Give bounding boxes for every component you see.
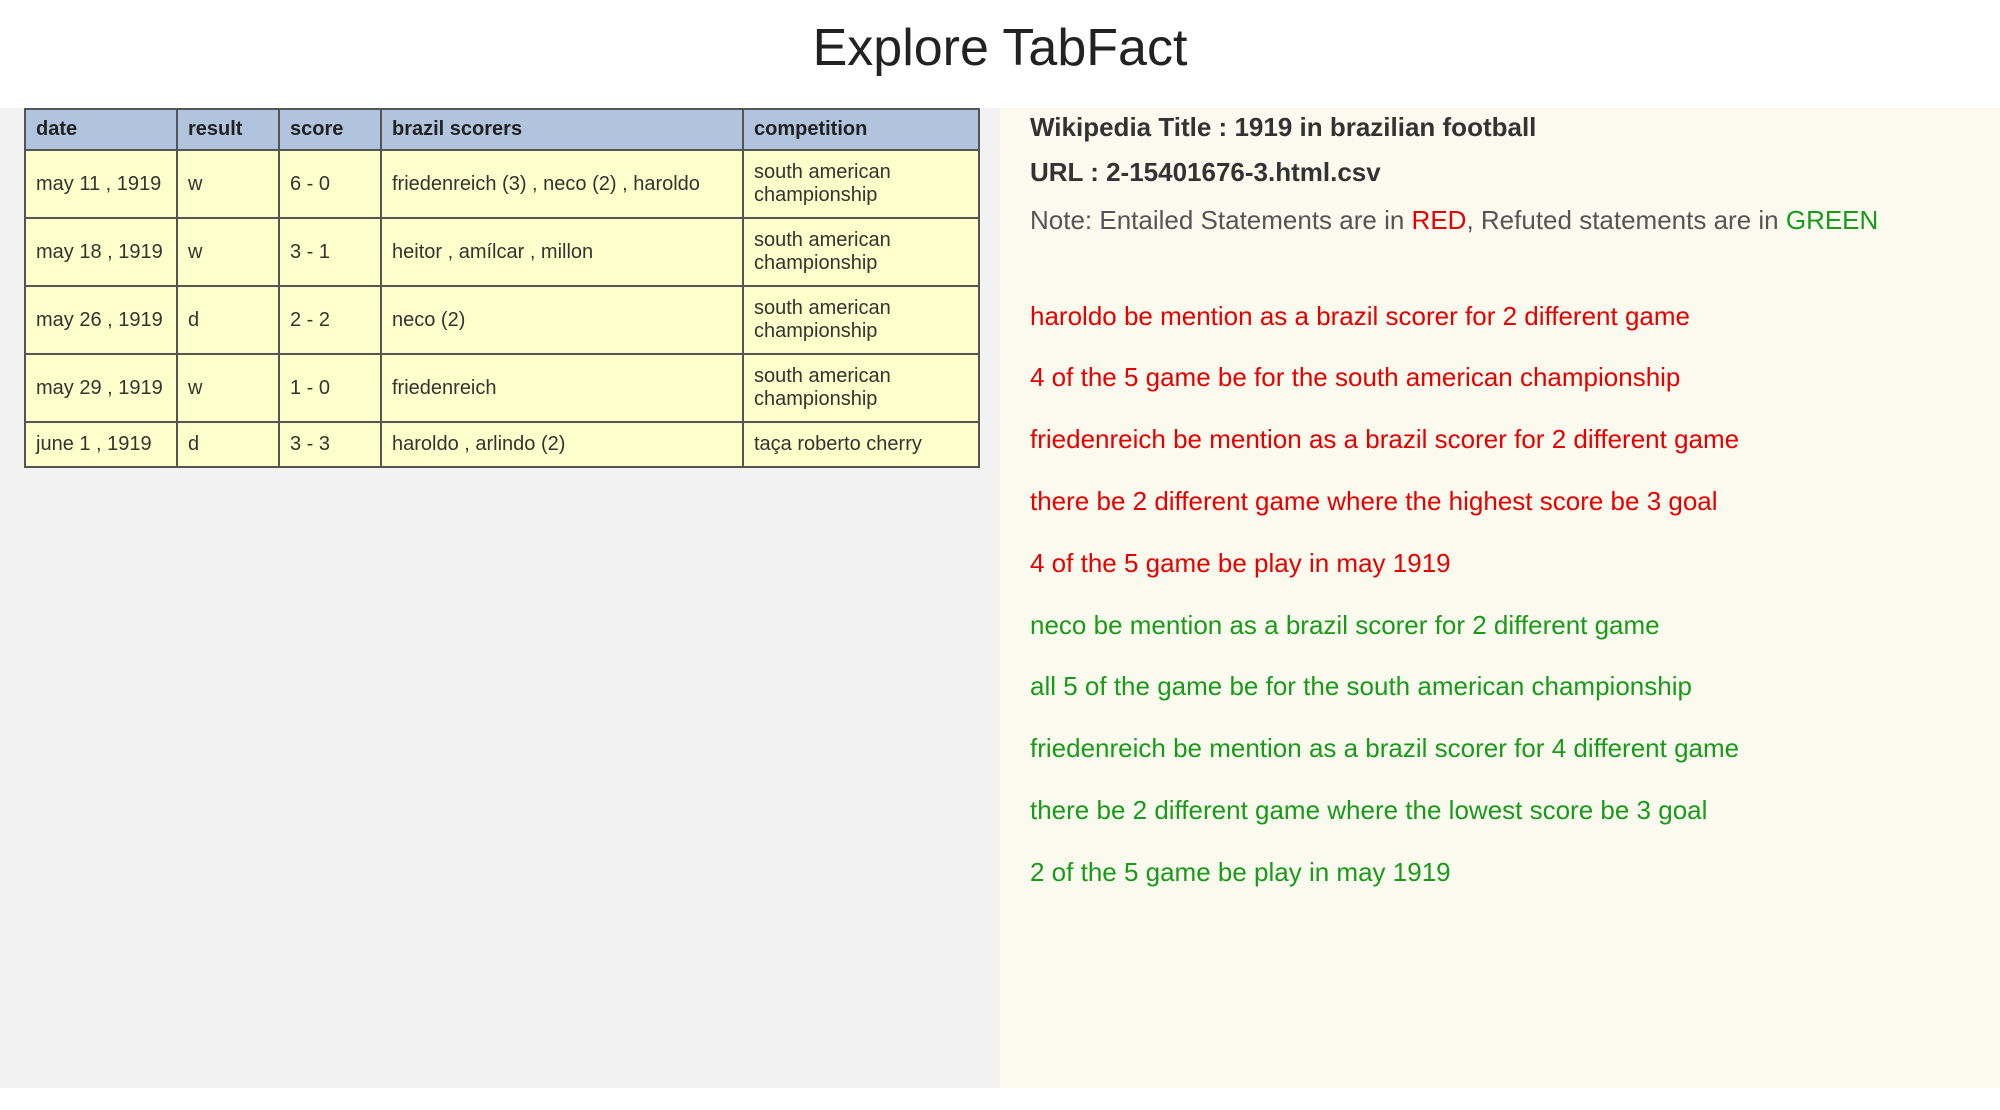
statement: there be 2 different game where the lowe…: [1030, 794, 1970, 828]
statement: haroldo be mention as a brazil scorer fo…: [1030, 300, 1970, 334]
col-header-score: score: [279, 109, 381, 150]
cell-score: 2 - 2: [279, 286, 381, 354]
cell-competition: south american championship: [743, 354, 979, 422]
cell-result: d: [177, 286, 279, 354]
cell-scorers: friedenreich (3) , neco (2) , haroldo: [381, 150, 743, 218]
cell-scorers: haroldo , arlindo (2): [381, 422, 743, 467]
statement: friedenreich be mention as a brazil scor…: [1030, 732, 1970, 766]
table-panel: date result score brazil scorers competi…: [0, 108, 1000, 1088]
statement: 2 of the 5 game be play in may 1919: [1030, 856, 1970, 890]
table-header-row: date result score brazil scorers competi…: [25, 109, 979, 150]
cell-competition: south american championship: [743, 286, 979, 354]
cell-scorers: friedenreich: [381, 354, 743, 422]
cell-date: may 11 , 1919: [25, 150, 177, 218]
cell-scorers: heitor , amílcar , millon: [381, 218, 743, 286]
table-row: june 1 , 1919d3 - 3haroldo , arlindo (2)…: [25, 422, 979, 467]
url-value: 2-15401676-3.html.csv: [1106, 157, 1381, 187]
cell-result: d: [177, 422, 279, 467]
statement: 4 of the 5 game be play in may 1919: [1030, 547, 1970, 581]
note-red: RED: [1412, 205, 1467, 235]
statements-list: haroldo be mention as a brazil scorer fo…: [1030, 300, 1970, 890]
wiki-title-value: 1919 in brazilian football: [1234, 112, 1536, 142]
cell-result: w: [177, 218, 279, 286]
cell-competition: taça roberto cherry: [743, 422, 979, 467]
cell-score: 1 - 0: [279, 354, 381, 422]
note-line: Note: Entailed Statements are in RED, Re…: [1030, 202, 1970, 240]
cell-scorers: neco (2): [381, 286, 743, 354]
note-mid: , Refuted statements are in: [1466, 205, 1785, 235]
cell-date: may 18 , 1919: [25, 218, 177, 286]
wiki-title-line: Wikipedia Title : 1919 in brazilian foot…: [1030, 112, 1970, 143]
statement: neco be mention as a brazil scorer for 2…: [1030, 609, 1970, 643]
cell-result: w: [177, 150, 279, 218]
cell-competition: south american championship: [743, 150, 979, 218]
cell-date: may 26 , 1919: [25, 286, 177, 354]
cell-date: june 1 , 1919: [25, 422, 177, 467]
table-row: may 26 , 1919d2 - 2neco (2)south america…: [25, 286, 979, 354]
statement: there be 2 different game where the high…: [1030, 485, 1970, 519]
statement: all 5 of the game be for the south ameri…: [1030, 670, 1970, 704]
cell-score: 3 - 1: [279, 218, 381, 286]
cell-result: w: [177, 354, 279, 422]
col-header-date: date: [25, 109, 177, 150]
note-prefix: Note: Entailed Statements are in: [1030, 205, 1412, 235]
table-row: may 18 , 1919w3 - 1heitor , amílcar , mi…: [25, 218, 979, 286]
url-line: URL : 2-15401676-3.html.csv: [1030, 157, 1970, 188]
col-header-competition: competition: [743, 109, 979, 150]
url-label: URL :: [1030, 157, 1106, 187]
statement: friedenreich be mention as a brazil scor…: [1030, 423, 1970, 457]
page-title: Explore TabFact: [0, 18, 2000, 78]
cell-competition: south american championship: [743, 218, 979, 286]
note-green: GREEN: [1786, 205, 1878, 235]
table-row: may 29 , 1919w1 - 0friedenreichsouth ame…: [25, 354, 979, 422]
table-row: may 11 , 1919w6 - 0friedenreich (3) , ne…: [25, 150, 979, 218]
cell-score: 3 - 3: [279, 422, 381, 467]
cell-date: may 29 , 1919: [25, 354, 177, 422]
statement: 4 of the 5 game be for the south america…: [1030, 361, 1970, 395]
col-header-result: result: [177, 109, 279, 150]
wiki-title-label: Wikipedia Title :: [1030, 112, 1234, 142]
data-table: date result score brazil scorers competi…: [24, 108, 980, 468]
col-header-scorers: brazil scorers: [381, 109, 743, 150]
info-panel: Wikipedia Title : 1919 in brazilian foot…: [1000, 108, 2000, 1088]
cell-score: 6 - 0: [279, 150, 381, 218]
